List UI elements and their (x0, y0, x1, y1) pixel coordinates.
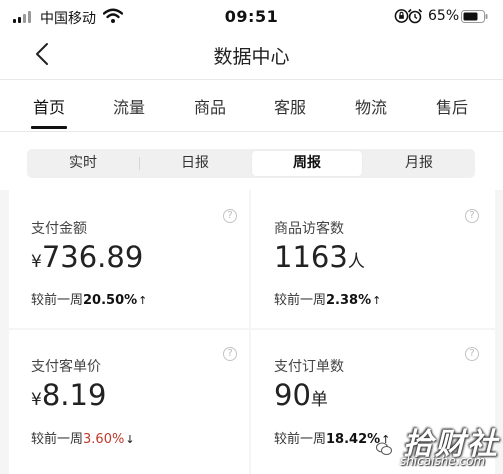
status-bar: 中国移动 09:51 65% (0, 0, 503, 32)
metric-card-avg-order-value[interactable]: 支付客单价 ? ¥8.19 较前一周3.60%↓ (9, 330, 249, 474)
battery-icon (461, 10, 488, 23)
metric-number: 90 (274, 378, 311, 412)
compare-label: 较前一周 (31, 432, 84, 447)
metric-card-payment-amount[interactable]: 支付金额 ? ¥736.89 较前一周20.50%↑ (9, 190, 249, 328)
metric-number: 736.89 (41, 240, 144, 274)
tab-divider (0, 131, 503, 132)
help-icon[interactable]: ? (465, 209, 479, 223)
help-icon[interactable]: ? (223, 347, 237, 361)
metric-compare: 较前一周2.38%↑ (274, 289, 381, 308)
metric-compare: 较前一周20.50%↑ (31, 289, 147, 308)
tab-products[interactable]: 商品 (192, 94, 228, 118)
metric-label: 支付客单价 (31, 359, 101, 375)
tab-traffic[interactable]: 流量 (111, 94, 147, 118)
battery-percent: 65% (428, 8, 460, 24)
compare-change: 3.60% (83, 432, 125, 447)
period-monthly[interactable]: 月报 (363, 149, 475, 178)
currency-symbol: ¥ (31, 252, 42, 272)
period-selector: 实时 日报 周报 月报 (27, 149, 475, 178)
metric-unit: 单 (310, 390, 328, 410)
header-area: 中国移动 09:51 65% 数据中心 首页 流量 商品 客服 物流 售后 实时… (0, 0, 503, 190)
metric-compare: 较前一周3.60%↓ (31, 428, 135, 447)
period-weekly[interactable]: 周报 (252, 151, 362, 176)
compare-change: 18.42% (326, 432, 381, 447)
compare-label: 较前一周 (31, 293, 84, 308)
metric-value: 90单 (274, 378, 328, 412)
help-icon[interactable]: ? (223, 209, 237, 223)
watermark-url: shicaishe.com (400, 454, 486, 468)
metric-card-product-visitors[interactable]: 商品访客数 ? 1163人 较前一周2.38%↑ (251, 190, 495, 328)
tab-after-sales[interactable]: 售后 (434, 94, 470, 118)
trend-down-arrow-icon: ↓ (125, 433, 135, 446)
metric-value: ¥736.89 (31, 240, 143, 274)
alarm-icon (407, 8, 423, 24)
metric-value: ¥8.19 (31, 378, 106, 412)
compare-change: 20.50% (83, 293, 138, 308)
tab-active-indicator (31, 126, 67, 129)
tab-bar: 首页 流量 商品 客服 物流 售后 (0, 80, 503, 130)
trend-up-arrow-icon: ↑ (138, 294, 148, 307)
tab-home[interactable]: 首页 (31, 94, 67, 118)
metric-number: 1163 (274, 240, 348, 274)
tab-customer-service[interactable]: 客服 (272, 94, 308, 118)
metric-value: 1163人 (274, 240, 365, 274)
metric-label: 商品访客数 (274, 221, 344, 237)
period-daily[interactable]: 日报 (139, 149, 251, 178)
compare-change: 2.38% (326, 293, 372, 308)
help-icon[interactable]: ? (465, 347, 479, 361)
tab-logistics[interactable]: 物流 (353, 94, 389, 118)
compare-label: 较前一周 (274, 293, 327, 308)
page-title: 数据中心 (213, 46, 290, 68)
compare-label: 较前一周 (274, 432, 327, 447)
currency-symbol: ¥ (31, 390, 42, 410)
metric-number: 8.19 (41, 378, 107, 412)
period-realtime[interactable]: 实时 (27, 149, 139, 178)
wechat-icon (376, 442, 392, 455)
nav-bar: 数据中心 (0, 32, 503, 77)
metric-unit: 人 (347, 252, 365, 272)
metric-label: 支付金额 (31, 221, 87, 237)
metric-label: 支付订单数 (274, 359, 344, 375)
metric-compare: 较前一周18.42%↑ (274, 428, 390, 447)
trend-up-arrow-icon: ↑ (372, 294, 382, 307)
